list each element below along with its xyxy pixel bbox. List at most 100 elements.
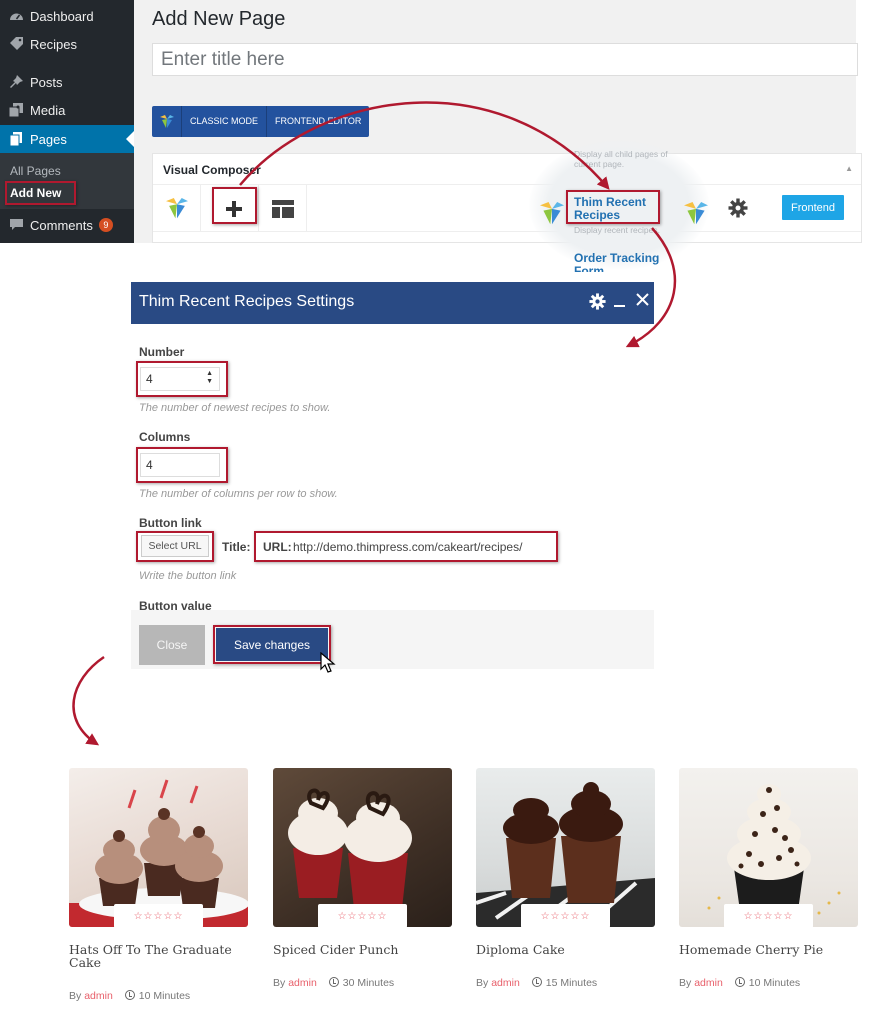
pages-icon xyxy=(8,131,24,147)
sidebar-item-label: Comments xyxy=(30,217,93,233)
dropdown-faded-description: Display all child pages of current page. xyxy=(574,149,668,169)
recipe-time: 30 Minutes xyxy=(342,977,395,989)
mouse-cursor-icon xyxy=(320,651,336,679)
gear-icon[interactable] xyxy=(728,198,748,223)
frontend-button[interactable]: Frontend xyxy=(782,195,844,220)
frontend-editor-button[interactable]: FRONTEND EDITOR xyxy=(266,106,369,137)
clock-icon xyxy=(328,977,339,987)
clock-icon xyxy=(124,990,135,1000)
sidebar-item-label: Media xyxy=(30,102,66,118)
close-button[interactable]: Close xyxy=(139,625,205,665)
dashboard-icon xyxy=(8,8,24,24)
highlight-box-recent-recipes xyxy=(566,190,660,224)
recipe-image[interactable]: ☆☆☆☆☆ xyxy=(476,768,655,927)
highlight-box-columns xyxy=(136,447,228,483)
vc-panel-title: Visual Composer xyxy=(163,163,261,177)
recipe-time: 15 Minutes xyxy=(545,977,598,989)
admin-sidebar: Dashboard Recipes Posts Media Pages All … xyxy=(0,0,134,243)
sidebar-item-label: Dashboard xyxy=(30,8,94,24)
recipe-author[interactable]: admin xyxy=(491,977,520,989)
vc-mode-bar: CLASSIC MODE FRONTEND EDITOR xyxy=(152,106,370,137)
columns-help: The number of columns per row to show. xyxy=(139,488,338,500)
recipe-time: 10 Minutes xyxy=(748,977,801,989)
vc-logo-icon xyxy=(540,202,564,231)
modal-title: Thim Recent Recipes Settings xyxy=(139,293,355,310)
recipe-author[interactable]: admin xyxy=(84,990,113,1002)
sidebar-item-pages[interactable]: Pages xyxy=(0,125,134,153)
vc-panel: Visual Composer ▲ xyxy=(152,153,862,243)
layout-icon xyxy=(271,199,294,218)
recipe-card[interactable]: ☆☆☆☆☆ Homemade Cherry Pie By admin 10 Min… xyxy=(679,768,858,989)
highlight-box-add-element xyxy=(212,187,257,224)
sidebar-item-dashboard[interactable]: Dashboard xyxy=(0,2,134,30)
pin-icon xyxy=(8,74,24,90)
recipe-time: 10 Minutes xyxy=(138,990,191,1002)
dropdown-item-description: Display recent recipes. xyxy=(574,225,660,235)
recipe-title[interactable]: Hats Off To The Graduate Cake xyxy=(69,943,248,969)
star-rating: ☆☆☆☆☆ xyxy=(114,904,203,927)
media-icon xyxy=(8,102,24,118)
sidebar-item-comments[interactable]: Comments 9 xyxy=(0,211,134,239)
modal-header: Thim Recent Recipes Settings xyxy=(131,282,654,324)
submenu-all-pages[interactable]: All Pages xyxy=(10,164,61,178)
close-icon[interactable] xyxy=(636,293,649,311)
star-rating: ☆☆☆☆☆ xyxy=(318,904,407,927)
sidebar-item-label: Recipes xyxy=(30,36,77,52)
comment-icon xyxy=(8,217,24,233)
panel-collapse-icon[interactable]: ▲ xyxy=(845,164,853,173)
arrow-to-recipes xyxy=(72,655,105,746)
button-link-label: Button link xyxy=(139,516,202,530)
highlight-box-url xyxy=(254,531,558,562)
recipe-card[interactable]: ☆☆☆☆☆ Spiced Cider Punch By admin 30 Minu… xyxy=(273,768,452,989)
recipe-title[interactable]: Spiced Cider Punch xyxy=(273,943,452,956)
number-label: Number xyxy=(139,345,185,359)
recipe-author[interactable]: admin xyxy=(288,977,317,989)
tag-icon xyxy=(8,36,24,52)
by-label: By xyxy=(69,990,82,1002)
gear-icon[interactable] xyxy=(589,293,606,315)
number-help: The number of newest recipes to show. xyxy=(139,402,331,414)
recipe-meta: By admin 30 Minutes xyxy=(273,977,394,989)
post-title-input[interactable] xyxy=(152,43,858,76)
highlight-box-select-url xyxy=(136,531,214,562)
recipe-title[interactable]: Diploma Cake xyxy=(476,943,655,956)
by-label: By xyxy=(476,977,489,989)
sidebar-item-media[interactable]: Media xyxy=(0,96,134,124)
page-title: Add New Page xyxy=(152,8,286,30)
recipe-meta: By admin 10 Minutes xyxy=(69,990,190,1002)
link-title-label: Title: xyxy=(222,540,251,554)
by-label: By xyxy=(273,977,286,989)
vc-logo-icon xyxy=(684,202,708,231)
vc-logo-icon[interactable] xyxy=(153,185,201,232)
recipe-image[interactable]: ☆☆☆☆☆ xyxy=(679,768,858,927)
minimize-icon[interactable] xyxy=(614,305,625,307)
recipe-image[interactable]: ☆☆☆☆☆ xyxy=(69,768,248,927)
star-rating: ☆☆☆☆☆ xyxy=(521,904,610,927)
sidebar-item-posts[interactable]: Posts xyxy=(0,68,134,96)
star-rating: ☆☆☆☆☆ xyxy=(724,904,813,927)
highlight-box-save xyxy=(213,625,331,664)
clock-icon xyxy=(531,977,542,987)
highlight-box-add-new xyxy=(5,181,76,205)
comments-count-badge: 9 xyxy=(98,218,113,232)
recipe-image[interactable]: ☆☆☆☆☆ xyxy=(273,768,452,927)
classic-mode-button[interactable]: CLASSIC MODE xyxy=(182,106,266,137)
recipe-title[interactable]: Homemade Cherry Pie xyxy=(679,943,858,956)
sidebar-item-recipes[interactable]: Recipes xyxy=(0,30,134,58)
templates-button[interactable] xyxy=(259,185,307,232)
sidebar-item-label: Pages xyxy=(30,131,67,147)
recipe-author[interactable]: admin xyxy=(694,977,723,989)
recipe-meta: By admin 15 Minutes xyxy=(476,977,597,989)
modal-footer xyxy=(131,610,654,669)
columns-label: Columns xyxy=(139,430,191,444)
recipe-meta: By admin 10 Minutes xyxy=(679,977,800,989)
clock-icon xyxy=(734,977,745,987)
recipe-card[interactable]: ☆☆☆☆☆ Hats Off To The Graduate Cake By a… xyxy=(69,768,248,1002)
button-link-help: Write the button link xyxy=(139,570,237,582)
by-label: By xyxy=(679,977,692,989)
sidebar-item-label: Posts xyxy=(30,74,63,90)
dropdown-item-order-tracking[interactable]: Order Tracking Form xyxy=(574,252,666,272)
recipe-card[interactable]: ☆☆☆☆☆ Diploma Cake By admin 15 Minutes xyxy=(476,768,655,989)
vc-logo-icon xyxy=(152,106,182,137)
highlight-box-number xyxy=(136,361,228,397)
